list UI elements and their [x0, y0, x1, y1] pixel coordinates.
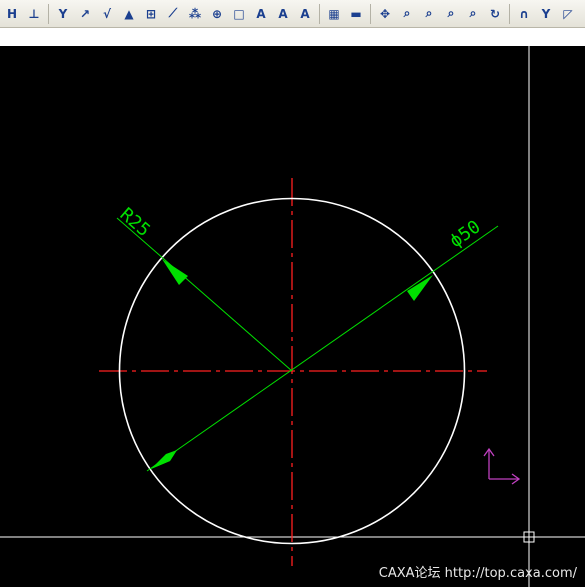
- zoom-window-tool-button[interactable]: ⌕: [419, 3, 439, 25]
- curve-tool-button[interactable]: Y: [53, 3, 73, 25]
- h-dim-tool-icon: H: [6, 6, 18, 21]
- h-dim-tool-button[interactable]: H: [2, 3, 22, 25]
- center-tool-button[interactable]: ⊕: [207, 3, 227, 25]
- arc-text-tool-icon: ↗: [79, 6, 91, 21]
- ruler-tool-button[interactable]: ▬: [346, 3, 366, 25]
- tolerance-frame-tool-icon: ⊞: [145, 6, 157, 21]
- pan-tool-icon: ✥: [379, 6, 391, 21]
- table-tool-icon: ▦: [328, 6, 340, 21]
- block-tool-icon: □: [233, 6, 245, 21]
- cad-application: H ⊥ Y ↗ √ ▲ ⊞ ⟋ ⁂ ⊕ □ A A A ▦ ▬ ✥ ⌕ ⌕ ⌕ ⌕ ↻ ∩ Y ◸ R25 ϕ50: [0, 0, 585, 587]
- zoom-all-tool-button[interactable]: ⌕: [441, 3, 461, 25]
- magnet-tool-button[interactable]: ∩: [514, 3, 534, 25]
- roughness-tool-icon: √: [102, 6, 111, 21]
- text-up-tool-button[interactable]: A: [251, 3, 271, 25]
- roughness-tool-button[interactable]: √: [97, 3, 117, 25]
- snap-tool-button[interactable]: Y: [536, 3, 556, 25]
- center-tool-icon: ⊕: [211, 6, 223, 21]
- toolbar-strip: [0, 28, 585, 47]
- zoom-all-tool-icon: ⌕: [447, 6, 455, 20]
- hatch-tool-button[interactable]: ⁂: [185, 3, 205, 25]
- text-align-tool-icon: A: [300, 6, 310, 21]
- toolbar-separator: [319, 3, 320, 24]
- text-up-tool-icon: A: [256, 6, 266, 21]
- refresh-tool-button[interactable]: ↻: [485, 3, 505, 25]
- block-tool-button[interactable]: □: [229, 3, 249, 25]
- leader-tool-icon: ⟋: [168, 6, 178, 20]
- base-dim-tool-button[interactable]: ⊥: [24, 3, 44, 25]
- toolbar-separator: [48, 3, 49, 24]
- drawing-canvas[interactable]: R25 ϕ50: [0, 46, 585, 587]
- text-frame-tool-icon: A: [278, 6, 288, 21]
- hatch-tool-icon: ⁂: [188, 6, 202, 21]
- curve-tool-icon: Y: [58, 6, 68, 21]
- base-dim-tool-icon: ⊥: [28, 6, 40, 21]
- zoom-window-tool-icon: ⌕: [425, 6, 433, 20]
- datum-tool-button[interactable]: ▲: [119, 3, 139, 25]
- leader-tool-button[interactable]: ⟋: [163, 3, 183, 25]
- tolerance-frame-tool-button[interactable]: ⊞: [141, 3, 161, 25]
- triangle-tool-icon: ◸: [563, 6, 573, 21]
- triangle-tool-button[interactable]: ◸: [558, 3, 578, 25]
- toolbar: H ⊥ Y ↗ √ ▲ ⊞ ⟋ ⁂ ⊕ □ A A A ▦ ▬ ✥ ⌕ ⌕ ⌕ ⌕ ↻ ∩ Y ◸: [0, 0, 585, 28]
- refresh-tool-icon: ↻: [489, 6, 501, 21]
- zoom-previous-tool-button[interactable]: ⌕: [463, 3, 483, 25]
- datum-tool-icon: ▲: [124, 6, 134, 21]
- ruler-tool-icon: ▬: [350, 6, 362, 21]
- table-tool-button[interactable]: ▦: [324, 3, 344, 25]
- toolbar-separator: [370, 3, 371, 24]
- arc-text-tool-button[interactable]: ↗: [75, 3, 95, 25]
- text-align-tool-button[interactable]: A: [295, 3, 315, 25]
- zoom-tool-button[interactable]: ⌕: [397, 3, 417, 25]
- snap-tool-icon: Y: [541, 6, 551, 21]
- magnet-tool-icon: ∩: [519, 6, 529, 21]
- text-frame-tool-button[interactable]: A: [273, 3, 293, 25]
- zoom-tool-icon: ⌕: [403, 6, 411, 20]
- watermark-text: CAXA论坛 http://top.caxa.com/: [378, 566, 577, 581]
- pan-tool-button[interactable]: ✥: [375, 3, 395, 25]
- zoom-previous-tool-icon: ⌕: [469, 6, 477, 20]
- toolbar-separator: [509, 3, 510, 24]
